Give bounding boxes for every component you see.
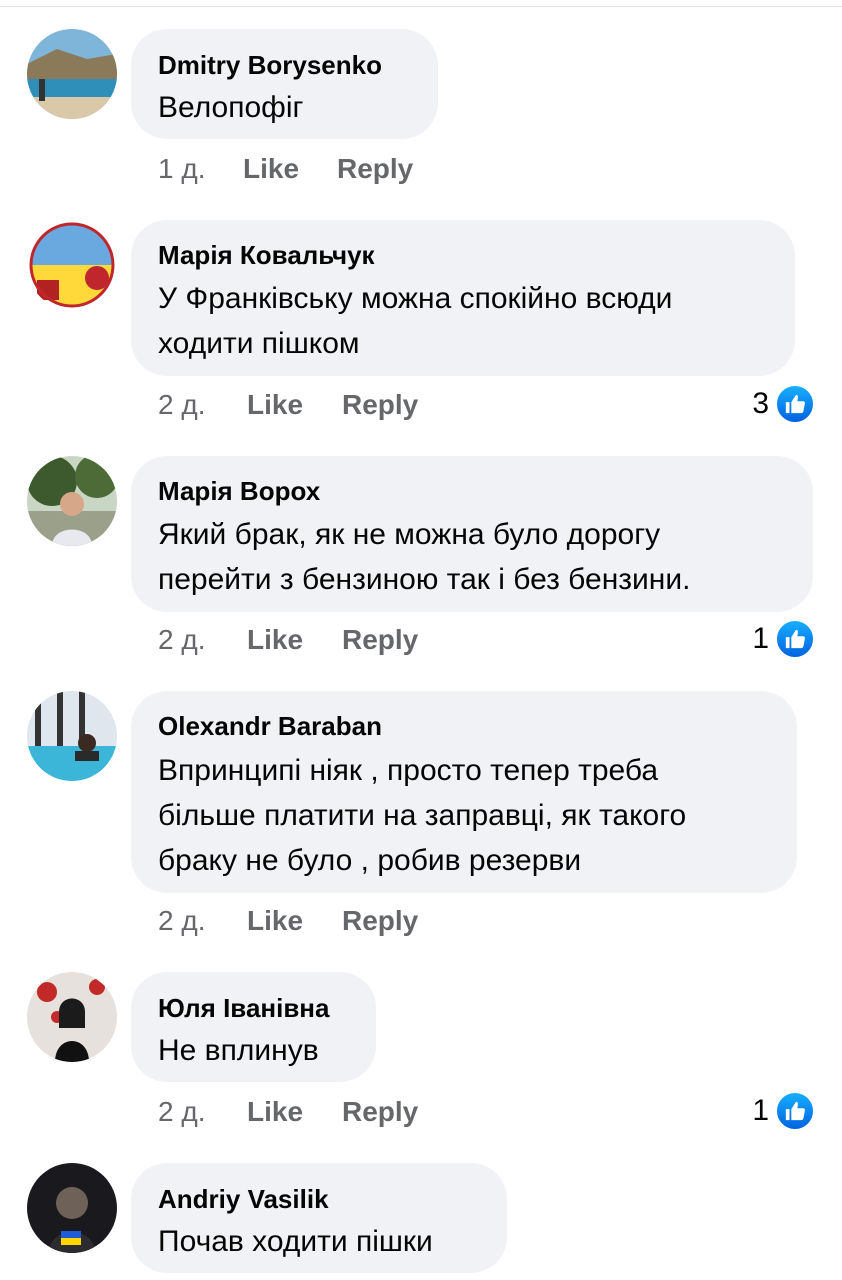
like-button[interactable]: Like (247, 389, 303, 421)
like-button[interactable]: Like (243, 153, 299, 185)
avatar[interactable] (27, 220, 117, 310)
avatar[interactable] (27, 1163, 117, 1253)
comment-text: Велопофіг (158, 91, 304, 124)
reply-button[interactable]: Reply (342, 624, 418, 656)
thumbs-up-icon (775, 1091, 815, 1131)
author-name[interactable]: Юля Іванівна (158, 992, 329, 1024)
comment-time[interactable]: 2 д. (158, 389, 205, 421)
like-button[interactable]: Like (247, 624, 303, 656)
reaction-summary[interactable]: 3 (752, 384, 815, 424)
comment-time[interactable]: 2 д. (158, 905, 205, 937)
like-button[interactable]: Like (247, 905, 303, 937)
reaction-count: 3 (752, 387, 769, 420)
comment-time[interactable]: 1 д. (158, 153, 205, 185)
author-name[interactable]: Andriy Vasilik (158, 1183, 329, 1215)
comment-bubble: Марія Ворох Який брак, як не можна було … (131, 456, 813, 612)
comment-bubble: Марія Ковальчук У Франківську можна спок… (131, 220, 795, 376)
comment-text: Почав ходити пішки (158, 1225, 433, 1258)
thumbs-up-icon (775, 619, 815, 659)
comment-text: Який брак, як не можна було дорогу (158, 518, 661, 551)
avatar[interactable] (27, 29, 117, 119)
reply-button[interactable]: Reply (342, 1096, 418, 1128)
author-name[interactable]: Марія Ковальчук (158, 239, 375, 271)
comment-text: більше платити на заправці, як такого (158, 799, 687, 832)
comment-text: перейти з бензиною так і без бензини. (158, 563, 691, 596)
comment-bubble: Olexandr Baraban Впринципі ніяк , просто… (131, 691, 797, 893)
comment-bubble: Dmitry Borysenko Велопофіг (131, 29, 438, 139)
author-name[interactable]: Dmitry Borysenko (158, 49, 382, 81)
reaction-summary[interactable]: 1 (752, 1091, 815, 1131)
reply-button[interactable]: Reply (342, 905, 418, 937)
reaction-summary[interactable]: 1 (752, 619, 815, 659)
reaction-count: 1 (752, 622, 769, 655)
comment-text: У Франківську можна спокійно всюди (158, 282, 673, 315)
comment-text: Впринципі ніяк , просто тепер треба (158, 754, 659, 787)
thumbs-up-icon (775, 384, 815, 424)
avatar[interactable] (27, 691, 117, 781)
avatar[interactable] (27, 972, 117, 1062)
comment-text: Не вплинув (158, 1034, 319, 1067)
top-divider (0, 0, 842, 7)
author-name[interactable]: Olexandr Baraban (158, 710, 382, 742)
comment-text: браку не було , робив резерви (158, 844, 582, 877)
like-button[interactable]: Like (247, 1096, 303, 1128)
author-name[interactable]: Марія Ворох (158, 475, 320, 507)
reply-button[interactable]: Reply (337, 153, 413, 185)
comment-bubble: Юля Іванівна Не вплинув (131, 972, 376, 1082)
comment-time[interactable]: 2 д. (158, 1096, 205, 1128)
comment-bubble: Andriy Vasilik Почав ходити пішки (131, 1163, 507, 1273)
reaction-count: 1 (752, 1094, 769, 1127)
comment-text: ходити пішком (158, 327, 360, 360)
comment-time[interactable]: 2 д. (158, 624, 205, 656)
reply-button[interactable]: Reply (342, 389, 418, 421)
avatar[interactable] (27, 456, 117, 546)
